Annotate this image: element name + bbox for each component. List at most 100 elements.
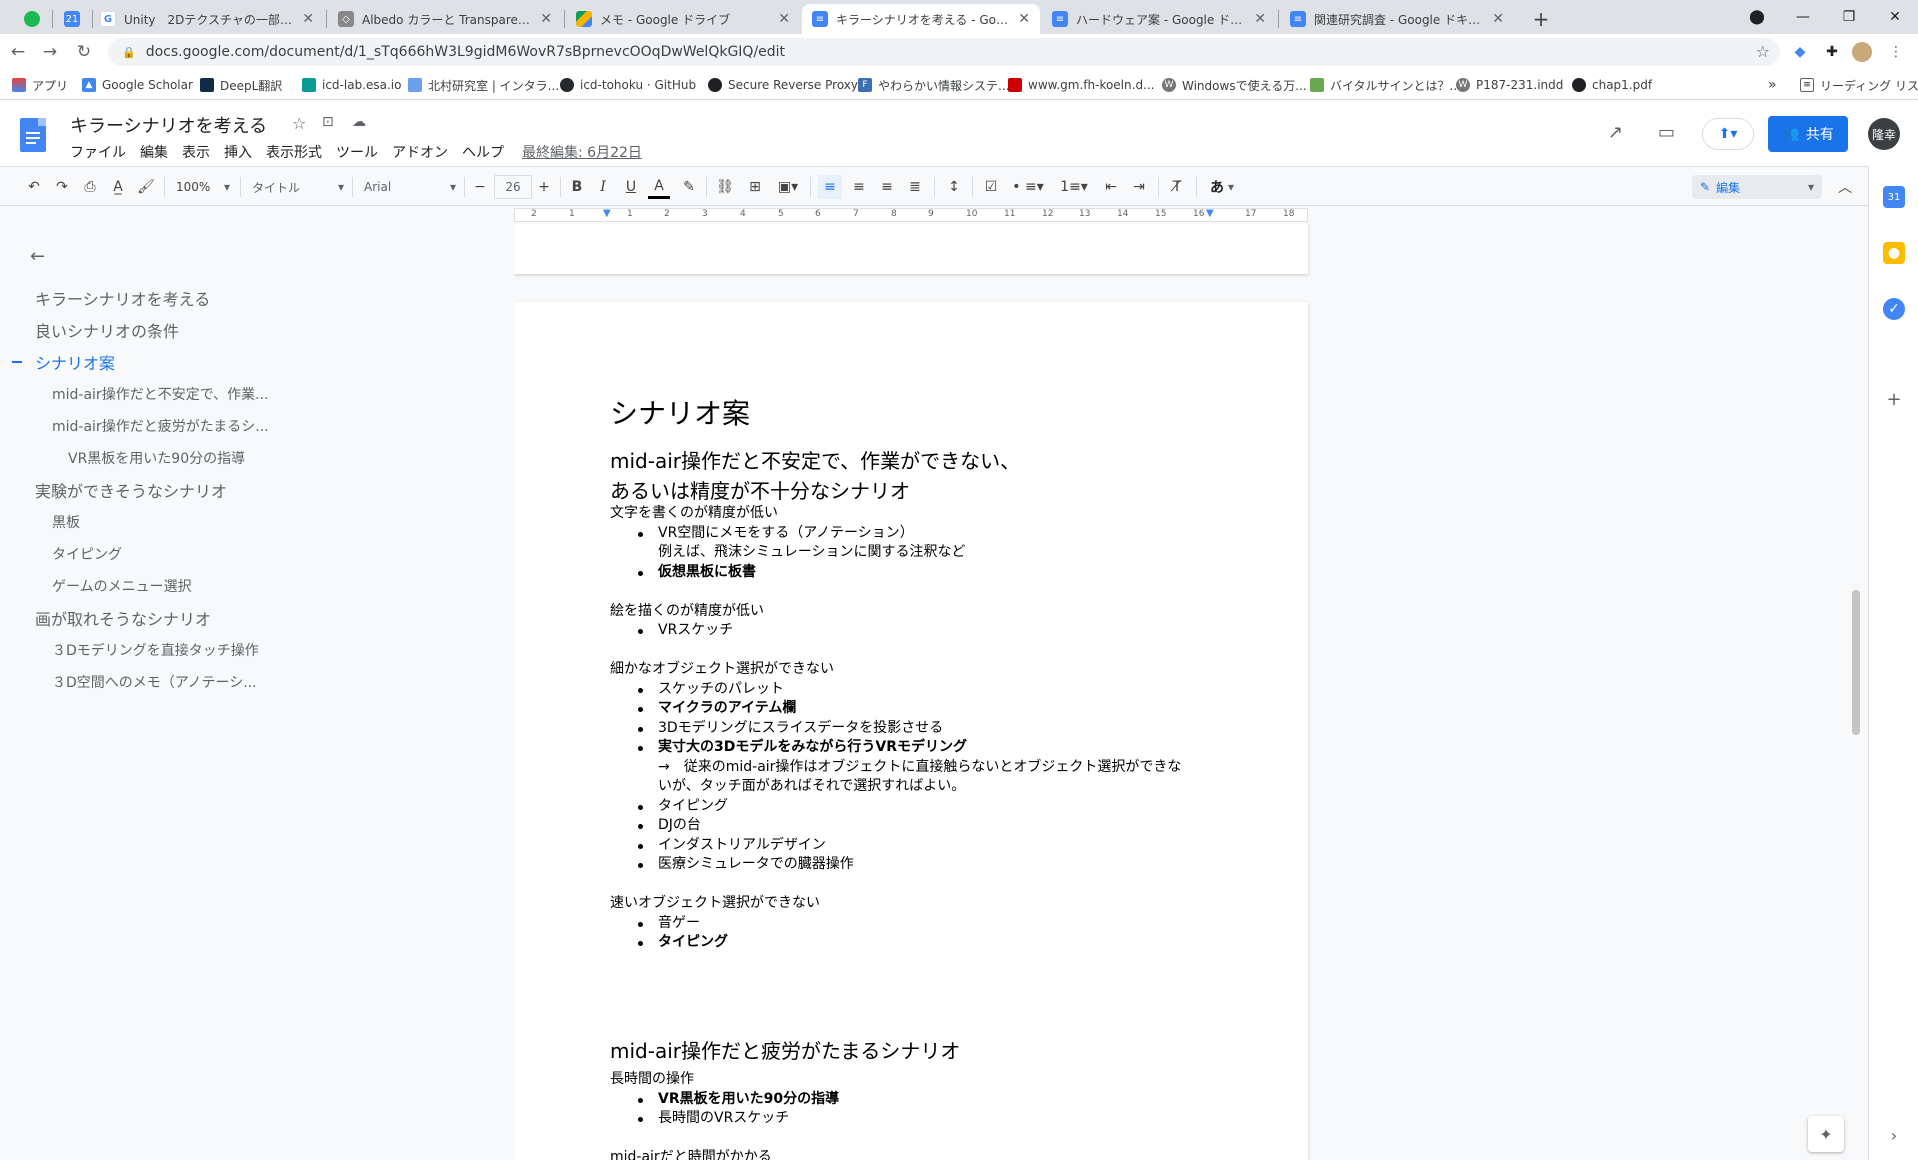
close-icon[interactable]: ✕ — [302, 11, 314, 27]
right-indent-marker[interactable]: ▼ — [1206, 208, 1214, 219]
input-tools-button[interactable]: あ ▾ — [1204, 175, 1240, 199]
activity-trend-icon[interactable]: ↗ — [1608, 122, 1623, 143]
numbered-list-icon[interactable]: 1≡▾ — [1056, 175, 1092, 199]
menu-help[interactable]: ヘルプ — [462, 142, 504, 162]
add-addon-icon[interactable]: + — [1883, 388, 1905, 410]
collapse-menus-icon[interactable]: ︿ — [1834, 175, 1856, 199]
vertical-scrollbar[interactable] — [1852, 590, 1860, 735]
menu-tools[interactable]: ツール — [336, 142, 378, 162]
avatar[interactable]: 隆幸 — [1868, 118, 1900, 150]
move-folder-icon[interactable]: ⊡ — [322, 114, 334, 130]
bookmark-github[interactable]: icd-tohoku · GitHub — [560, 76, 696, 94]
doc-title-text[interactable]: シナリオ案 — [610, 392, 750, 432]
reload-icon[interactable]: ↻ — [72, 40, 96, 64]
bookmark-star-icon[interactable]: ☆ — [1756, 42, 1770, 61]
document-title[interactable]: キラーシナリオを考える — [70, 112, 267, 138]
more-bookmarks-icon[interactable]: » — [1768, 76, 1777, 94]
back-icon[interactable]: ← — [6, 40, 30, 64]
outline-item[interactable]: 画が取れそうなシナリオ — [35, 606, 211, 630]
menu-addons[interactable]: アドオン — [392, 142, 448, 162]
reading-list[interactable]: ≡リーディング リスト — [1800, 76, 1918, 94]
menu-kebab-icon[interactable]: ⋮ — [1886, 42, 1906, 62]
clear-formatting-icon[interactable]: T̸ — [1166, 175, 1188, 199]
font-size-decrease-icon[interactable]: − — [470, 175, 490, 199]
ruler[interactable]: 2 1 ▼ 1 2 3 4 5 6 7 8 9 10 11 12 13 14 1… — [0, 206, 1868, 224]
redo-icon[interactable]: ↷ — [50, 175, 74, 199]
checklist-icon[interactable]: ☑ — [980, 175, 1002, 199]
tab-drive[interactable]: メモ - Google ドライブ ✕ — [566, 4, 800, 34]
tab-killer-scenario[interactable]: ≡キラーシナリオを考える - Google ドキ✕ — [802, 4, 1040, 34]
outline-item-selected[interactable]: シナリオ案 — [35, 350, 115, 374]
outline-item[interactable]: ゲームのメニュー選択 — [52, 576, 192, 596]
bookmark-deepl[interactable]: DeepL翻訳 — [200, 76, 282, 94]
editing-mode-select[interactable]: ✎ 編集 ▾ — [1692, 175, 1822, 199]
url-input[interactable]: 🔒 docs.google.com/document/d/1_sTq666hW3… — [108, 38, 1780, 66]
minimize-icon[interactable]: — — [1780, 0, 1826, 34]
last-edit-link[interactable]: 最終編集: 6月22日 — [522, 142, 642, 162]
tab-albedo[interactable]: ◇Albedo カラーと Transparency（透明✕ — [328, 4, 562, 34]
heading-2[interactable]: mid-air操作だと疲労がたまるシナリオ — [610, 1036, 960, 1066]
outline-item[interactable]: 黒板 — [52, 512, 80, 532]
close-outline-icon[interactable]: ← — [30, 246, 45, 267]
page[interactable]: シナリオ案 mid-air操作だと不安定で、作業ができない、 あるいは精度が不十… — [514, 302, 1308, 1160]
body-section[interactable]: 長時間の操作 VR黒板を用いた90分の指導 長時間のVRスケッチ mid-air… — [610, 1070, 1230, 1160]
heading-2[interactable]: mid-air操作だと不安定で、作業ができない、 あるいは精度が不十分なシナリオ — [610, 446, 1020, 506]
page[interactable] — [514, 224, 1308, 274]
tab-search-icon[interactable]: ⬤ — [1734, 0, 1780, 34]
outline-item[interactable]: ３Dモデリングを直接タッチ操作 — [52, 640, 259, 660]
bold-icon[interactable]: B — [566, 175, 588, 199]
cloud-status-icon[interactable]: ☁ — [352, 114, 366, 130]
close-icon[interactable]: ✕ — [1254, 11, 1266, 27]
close-icon[interactable]: ✕ — [540, 11, 552, 27]
tab-pinned-spotify[interactable] — [14, 4, 50, 34]
close-icon[interactable]: ✕ — [1018, 11, 1030, 27]
bookmark-vital[interactable]: バイタルサインとは？... — [1310, 76, 1461, 94]
increase-indent-icon[interactable]: ⇥ — [1128, 175, 1150, 199]
menu-view[interactable]: 表示 — [182, 142, 210, 162]
text-color-icon[interactable]: A — [648, 175, 670, 199]
bookmark-fh-koeln[interactable]: www.gm.fh-koeln.d... — [1008, 76, 1155, 94]
close-icon[interactable]: ✕ — [1492, 11, 1504, 27]
line-spacing-icon[interactable]: ↕ — [942, 175, 966, 199]
outline-item[interactable]: mid-air操作だと疲労がたまるシ... — [52, 416, 269, 436]
bookmark-apps[interactable]: アプリ — [12, 76, 68, 94]
link-icon[interactable]: ⛓ — [714, 175, 736, 199]
bookmark-proxy[interactable]: Secure Reverse Proxy — [708, 76, 858, 94]
new-tab-button[interactable]: + — [1526, 4, 1556, 34]
menu-insert[interactable]: 挿入 — [224, 142, 252, 162]
outline-item[interactable]: VR黒板を用いた90分の指導 — [68, 448, 245, 468]
font-size-increase-icon[interactable]: + — [534, 175, 554, 199]
tab-unity-search[interactable]: GUnity 2Dテクスチャの一部を 透明✕ — [90, 4, 324, 34]
tab-hardware[interactable]: ≡ハードウェア案 - Google ドキュメント✕ — [1042, 4, 1276, 34]
outline-item[interactable]: タイピング — [52, 544, 122, 564]
add-comment-icon[interactable]: ⊞ — [744, 175, 766, 199]
bookmark-esa[interactable]: icd-lab.esa.io — [302, 76, 401, 94]
docs-logo-icon[interactable] — [20, 118, 46, 152]
outline-item[interactable]: ３D空間へのメモ（アノテーシ... — [52, 672, 257, 692]
bookmark-p187[interactable]: W P187-231.indd — [1456, 76, 1563, 94]
left-indent-marker[interactable]: ▼ — [603, 208, 611, 219]
profile-icon[interactable] — [1852, 42, 1872, 62]
bookmark-chap1[interactable]: chap1.pdf — [1572, 76, 1652, 94]
body-section[interactable]: 文字を書くのが精度が低い VR空間にメモをする（アノテーション） 例えば、飛沫シ… — [610, 504, 1230, 953]
menu-edit[interactable]: 編集 — [140, 142, 168, 162]
font-select[interactable]: Arial ▾ — [360, 175, 460, 199]
close-icon[interactable]: ✕ — [778, 11, 790, 27]
explore-icon[interactable]: ✦ — [1808, 1116, 1844, 1152]
star-icon[interactable]: ☆ — [292, 114, 306, 133]
tasks-icon[interactable]: ✓ — [1883, 298, 1905, 320]
extensions-puzzle-icon[interactable]: ✚ — [1822, 42, 1842, 62]
align-right-icon[interactable]: ≡ — [876, 175, 898, 199]
align-left-icon[interactable]: ≡ — [818, 175, 842, 199]
underline-icon[interactable]: U — [620, 175, 642, 199]
present-meeting-button[interactable]: ⬆▾ — [1702, 118, 1754, 150]
bookmark-scholar[interactable]: ▲ Google Scholar — [82, 76, 193, 94]
bookmark-lab[interactable]: 北村研究室 | インタラ... — [408, 76, 559, 94]
calendar-icon[interactable]: 31 — [1883, 186, 1905, 208]
italic-icon[interactable]: I — [592, 175, 614, 199]
comment-icon[interactable]: ▭ — [1658, 122, 1675, 143]
font-size-input[interactable]: 26 — [494, 175, 532, 199]
style-select[interactable]: タイトル ▾ — [248, 175, 348, 199]
align-justify-icon[interactable]: ≣ — [904, 175, 926, 199]
tab-related-research[interactable]: ≡関連研究調査 - Google ドキュメント✕ — [1280, 4, 1514, 34]
